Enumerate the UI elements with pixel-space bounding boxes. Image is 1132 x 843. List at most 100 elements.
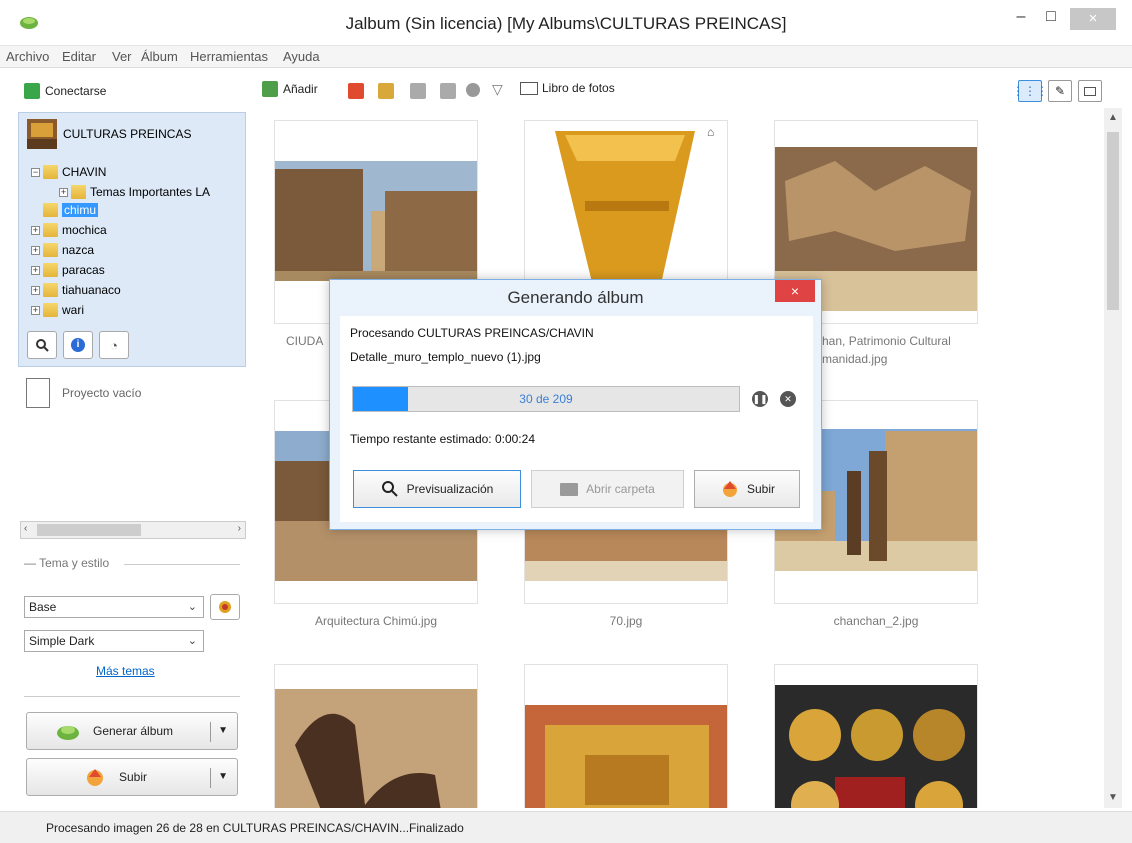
split-divider [210,768,211,788]
current-file-text: Detalle_muro_templo_nuevo (1).jpg [350,350,541,364]
menu-herramientas[interactable]: Herramientas [190,46,268,68]
theme-select-value: Base [29,600,57,614]
filter-icon[interactable]: ▽ [492,81,503,98]
folder-badge-icon: ⌂ [707,125,715,139]
expand-icon[interactable]: + [31,225,40,235]
photo-gold-masks [775,685,977,808]
style-select[interactable]: Simple Dark ⌄ [24,630,204,652]
expand-icon[interactable]: + [31,305,40,315]
close-window-button[interactable]: × [1070,8,1116,30]
connect-button[interactable]: Conectarse [24,83,106,99]
main-toolbar: Añadir ▽ Libro de fotos ⋮⋮⋮ ✎ [254,77,1124,105]
thumbnail-gold-headdress[interactable] [524,664,728,808]
generating-album-dialog: Generando álbum × Procesando CULTURAS PR… [329,279,822,530]
divider [24,696,240,697]
vertical-scrollbar[interactable]: ▲ ▼ [1104,108,1122,808]
upload-icon [722,481,737,497]
scroll-right-icon[interactable]: › [238,523,241,534]
left-panel: CULTURAS PREINCAS − CHAVIN + Temas Impor… [14,108,250,808]
album-thumbnail-icon [27,119,57,149]
dropdown-arrow-icon[interactable]: ▼ [218,771,228,782]
dialog-upload-button[interactable]: Subir [694,470,800,508]
horizontal-scrollbar[interactable]: ‹ › [20,521,246,539]
preview-view-button[interactable] [1078,80,1102,102]
theme-select[interactable]: Base ⌄ [24,596,204,618]
pause-icon[interactable]: ❚❚ [752,391,768,407]
more-themes-link[interactable]: Más temas [96,664,155,678]
thumbnail-ceramic[interactable] [274,664,478,808]
tree-item-chavin[interactable]: − CHAVIN [31,163,106,181]
folder-up-icon[interactable] [378,83,394,99]
menu-ayuda[interactable]: Ayuda [283,46,320,68]
tree-root[interactable]: CULTURAS PREINCAS [27,119,192,149]
tag-button[interactable]: ◔ [99,331,129,359]
rotate-right-icon[interactable] [440,83,456,99]
menu-editar[interactable]: Editar [62,46,96,68]
new-folder-icon[interactable] [348,83,364,99]
pencil-icon: ✎ [1054,84,1066,98]
tree-item-nazca[interactable]: + nazca [31,241,94,259]
tree-item-tiahuanaco[interactable]: + tiahuanaco [31,281,121,299]
document-icon [26,378,50,408]
photo-ceramic-figure [275,689,477,808]
tree-root-label: CULTURAS PREINCAS [63,127,192,141]
folder-icon [43,165,58,179]
thumbnail-masks[interactable] [774,664,978,808]
cancel-icon[interactable]: ✕ [780,391,796,407]
dropdown-arrow-icon[interactable]: ▼ [218,725,228,736]
tree-item-mochica[interactable]: + mochica [31,221,107,239]
left-toolbar: Conectarse [14,77,250,105]
expand-icon[interactable]: + [31,265,40,275]
theme-settings-button[interactable] [210,594,240,620]
scroll-down-icon[interactable]: ▼ [1108,792,1118,803]
remaining-time-text: Tiempo restante estimado: 0:00:24 [350,432,535,446]
search-button[interactable] [27,331,57,359]
scroll-left-icon[interactable]: ‹ [24,523,27,534]
add-button[interactable]: Añadir [262,81,318,97]
tree-item-temas[interactable]: + Temas Importantes LA [59,183,210,201]
theme-divider [124,564,240,565]
dialog-close-button[interactable]: × [775,280,815,302]
edit-view-button[interactable]: ✎ [1048,80,1072,102]
tree-item-chimu[interactable]: chimu [43,201,99,219]
expand-icon[interactable]: + [59,187,68,197]
style-select-value: Simple Dark [29,634,95,648]
tree-item-paracas[interactable]: + paracas [31,261,105,279]
minimize-button[interactable]: – [1006,8,1036,30]
caption-6: chanchan_2.jpg [833,614,919,628]
collapse-icon[interactable]: − [31,167,40,177]
open-folder-button[interactable]: Abrir carpeta [531,470,684,508]
generate-album-button[interactable]: Generar álbum ▼ [26,712,238,750]
info-button[interactable]: i [63,331,93,359]
connect-icon [24,83,40,99]
menu-archivo[interactable]: Archivo [6,46,49,68]
maximize-button[interactable]: □ [1036,8,1066,30]
tree-item-label: CHAVIN [62,165,107,179]
tree-item-label: paracas [62,263,105,277]
rotate-left-icon[interactable] [410,83,426,99]
menu-ver[interactable]: Ver [112,46,132,68]
expand-icon[interactable]: + [31,285,40,295]
upload-button[interactable]: Subir ▼ [26,758,238,796]
progress-bar: 30 de 209 [352,386,740,412]
tree-item-wari[interactable]: + wari [31,301,84,319]
chevron-down-icon: ⌄ [187,635,197,647]
connect-label: Conectarse [45,84,107,98]
grid-view-button[interactable]: ⋮⋮⋮ [1012,80,1048,102]
photobook-button[interactable]: Libro de fotos [520,81,615,95]
add-icon [262,81,278,97]
processing-text: Procesando CULTURAS PREINCAS/CHAVIN [350,326,594,340]
menu-album[interactable]: Álbum [141,46,178,68]
search-icon [36,339,49,352]
scroll-thumb[interactable] [37,524,141,536]
progress-label: 30 de 209 [519,392,573,406]
scroll-up-icon[interactable]: ▲ [1108,112,1118,123]
status-text: Procesando imagen 26 de 28 en CULTURAS P… [46,821,464,835]
theme-legend-text: Tema y estilo [39,556,110,570]
tree-item-label: mochica [62,223,107,237]
circle-icon[interactable] [466,83,480,97]
tree-buttons: i ◔ [27,331,129,359]
preview-button[interactable]: Previsualización [353,470,521,508]
scroll-thumb[interactable] [1107,132,1119,310]
expand-icon[interactable]: + [31,245,40,255]
